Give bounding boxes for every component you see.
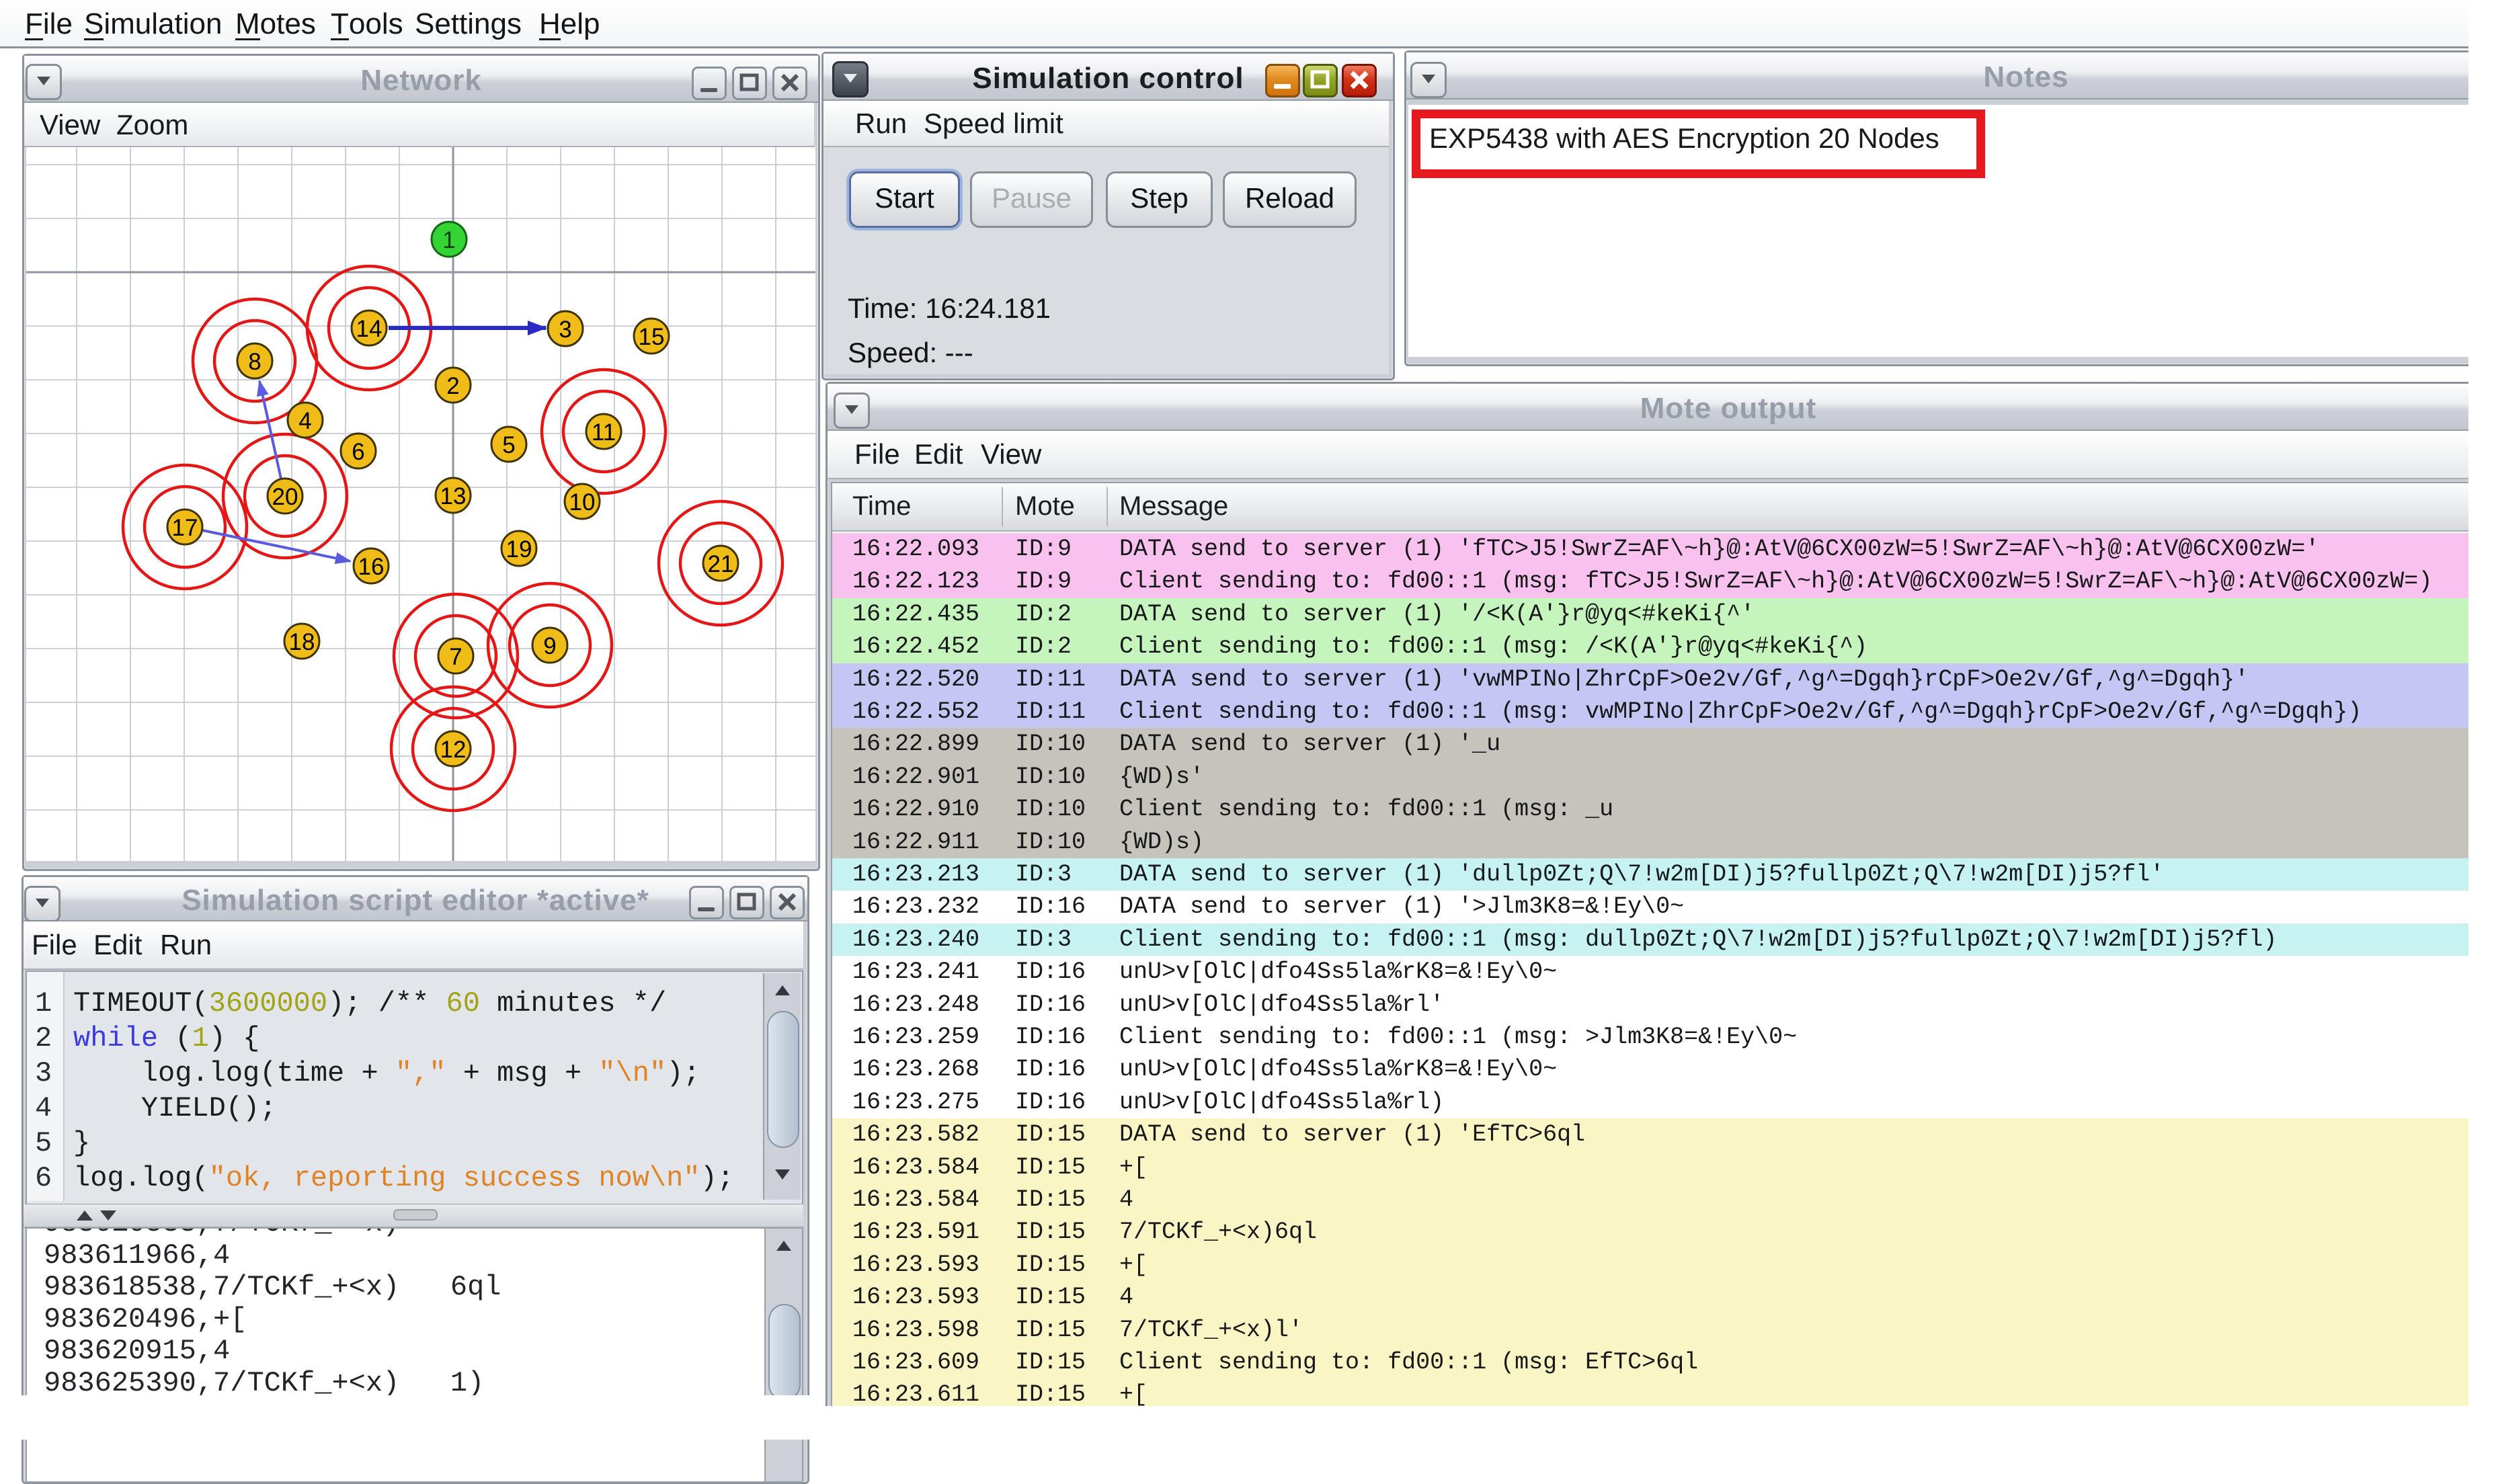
svg-text:18: 18 <box>289 629 315 655</box>
svg-text:11: 11 <box>592 419 616 446</box>
svg-text:1: 1 <box>442 227 455 253</box>
svg-text:7: 7 <box>449 644 462 670</box>
svg-text:16: 16 <box>358 554 385 580</box>
svg-text:5: 5 <box>502 432 515 458</box>
svg-text:19: 19 <box>506 536 532 563</box>
svg-text:8: 8 <box>248 349 261 375</box>
svg-text:4: 4 <box>298 408 311 434</box>
svg-text:20: 20 <box>272 484 298 510</box>
svg-text:6: 6 <box>352 439 364 465</box>
svg-text:13: 13 <box>440 483 467 509</box>
svg-text:10: 10 <box>569 489 596 516</box>
svg-text:15: 15 <box>639 324 665 350</box>
svg-text:17: 17 <box>172 515 198 541</box>
svg-text:12: 12 <box>440 737 467 763</box>
svg-text:14: 14 <box>356 316 383 342</box>
svg-text:3: 3 <box>559 317 571 343</box>
svg-text:2: 2 <box>446 373 459 399</box>
svg-text:21: 21 <box>708 551 734 577</box>
svg-text:9: 9 <box>543 633 556 659</box>
